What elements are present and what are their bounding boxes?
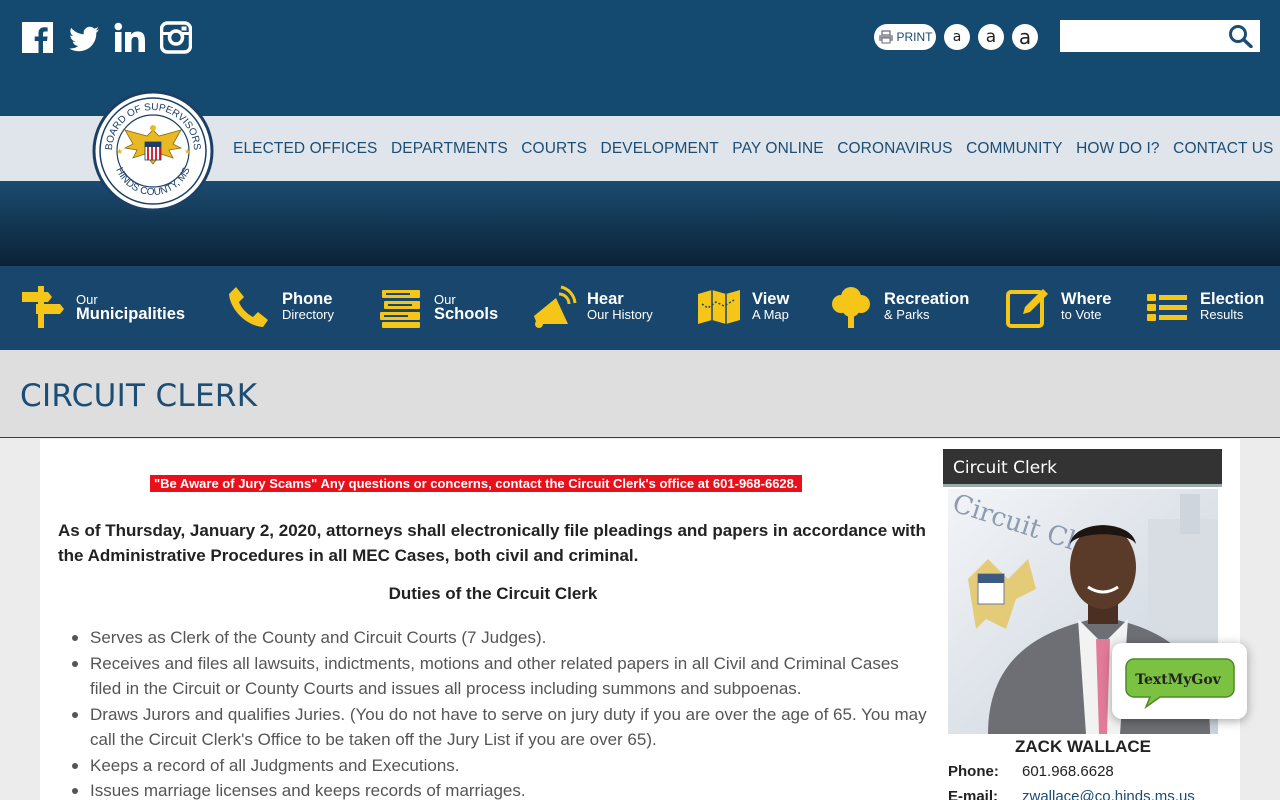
quick-link-history[interactable]: Hear Our History <box>531 284 653 330</box>
nav-courts[interactable]: COURTS <box>521 140 587 158</box>
font-size-medium-button[interactable]: a <box>978 24 1004 50</box>
quick-link-bottom: Schools <box>434 305 499 323</box>
chat-bubble-icon: TextMyGov <box>1125 658 1235 710</box>
instagram-icon[interactable] <box>159 20 193 54</box>
page-title-band: CIRCUIT CLERK <box>0 350 1280 438</box>
quick-link-map[interactable]: View A Map <box>696 284 789 330</box>
quick-link-election-results[interactable]: Election Results <box>1144 284 1264 330</box>
quick-link-schools[interactable]: Our Schools <box>378 284 498 330</box>
nav-departments[interactable]: DEPARTMENTS <box>391 140 508 158</box>
megaphone-icon <box>531 284 577 330</box>
clerk-phone-row: Phone: 601.968.6628 <box>948 763 1114 780</box>
list-item: Issues marriage licenses and keeps recor… <box>72 778 930 800</box>
svg-text:★: ★ <box>116 147 123 156</box>
map-icon <box>696 284 742 330</box>
print-label: PRINT <box>896 30 933 44</box>
nav-elected-offices[interactable]: ELECTED OFFICES <box>233 140 377 158</box>
quick-link-top: Election <box>1200 290 1265 308</box>
efiling-notice: As of Thursday, January 2, 2020, attorne… <box>58 521 926 565</box>
nav-development[interactable]: DEVELOPMENT <box>601 140 719 158</box>
quick-link-bottom: A Map <box>752 307 789 322</box>
font-size-large-button[interactable]: a <box>1012 24 1038 50</box>
search-box <box>1060 20 1260 52</box>
tree-icon <box>828 284 874 330</box>
page-tools: PRINT a a a <box>874 24 1038 50</box>
quick-link-phone-directory[interactable]: Phone Directory <box>226 284 334 330</box>
quick-link-top: Hear <box>587 290 624 308</box>
svg-text:★: ★ <box>184 147 191 156</box>
quick-link-bottom: Our History <box>587 307 653 322</box>
quick-link-bottom: Results <box>1200 307 1244 322</box>
quick-link-bottom: to Vote <box>1061 307 1102 322</box>
list-icon <box>1144 284 1190 330</box>
list-item: Draws Jurors and qualifies Juries. (You … <box>72 702 930 753</box>
list-item: Receives and files all lawsuits, indictm… <box>72 651 930 702</box>
duties-heading: Duties of the Circuit Clerk <box>388 584 598 603</box>
social-links <box>22 20 193 54</box>
list-item: Keeps a record of all Judgments and Exec… <box>72 753 930 779</box>
duties-list: Serves as Clerk of the County and Circui… <box>72 625 930 800</box>
books-icon <box>378 284 424 330</box>
quick-link-bottom: Directory <box>282 307 335 322</box>
quick-links-bar: Our Municipalities Phone Directory Our Scho… <box>0 266 1280 350</box>
facebook-icon[interactable] <box>22 20 54 54</box>
email-label: E-mail: <box>948 788 999 800</box>
jury-scam-alert: "Be Aware of Jury Scams" Any questions o… <box>150 475 802 492</box>
signpost-icon <box>20 284 66 330</box>
textmygov-widget[interactable]: TextMyGov <box>1112 643 1247 719</box>
quick-link-where-to-vote[interactable]: Where to Vote <box>1005 284 1111 330</box>
search-icon[interactable] <box>1228 24 1254 49</box>
quick-link-top: Where <box>1061 290 1112 308</box>
clerk-email-row: E-mail: zwallace@co.hinds.ms.us <box>948 788 1195 800</box>
phone-icon <box>226 284 272 330</box>
search-input[interactable] <box>1060 20 1226 52</box>
clerk-phone: 601.968.6628 <box>1022 763 1114 780</box>
sidebar-card-title: Circuit Clerk <box>953 458 1058 478</box>
edit-icon <box>1005 284 1051 330</box>
nav-how-do-i[interactable]: HOW DO I? <box>1076 140 1160 158</box>
quick-link-top: View <box>752 290 790 308</box>
sidebar-card-header: Circuit Clerk <box>943 449 1222 487</box>
quick-link-recreation[interactable]: Recreation & Parks <box>828 284 969 330</box>
quick-link-bottom: Municipalities <box>76 305 186 323</box>
nav-community[interactable]: COMMUNITY <box>966 140 1062 158</box>
phone-label: Phone: <box>948 763 999 780</box>
main-nav: ELECTED OFFICES DEPARTMENTS COURTS DEVEL… <box>233 140 1280 158</box>
print-button[interactable]: PRINT <box>874 24 936 50</box>
font-size-small-button[interactable]: a <box>944 24 970 50</box>
list-item: Serves as Clerk of the County and Circui… <box>72 625 930 651</box>
county-seal-logo[interactable]: BOARD OF SUPERVISORS HINDS COUNTY, MS ★ … <box>92 90 214 212</box>
linkedin-icon[interactable] <box>114 20 146 54</box>
twitter-icon[interactable] <box>68 20 100 54</box>
textmygov-label: TextMyGov <box>1135 672 1221 688</box>
quick-link-top: Phone <box>282 290 333 308</box>
quick-link-top: Recreation <box>884 290 970 308</box>
clerk-email-link[interactable]: zwallace@co.hinds.ms.us <box>1022 788 1195 800</box>
quick-link-bottom: & Parks <box>884 307 930 322</box>
quick-link-municipalities[interactable]: Our Municipalities <box>20 284 185 330</box>
nav-pay-online[interactable]: PAY ONLINE <box>732 140 823 158</box>
nav-coronavirus[interactable]: CORONAVIRUS <box>837 140 952 158</box>
clerk-name: ZACK WALLACE <box>1015 737 1151 756</box>
nav-contact-us[interactable]: CONTACT US <box>1173 140 1273 158</box>
page-title: CIRCUIT CLERK <box>20 378 258 414</box>
printer-icon <box>878 30 893 44</box>
